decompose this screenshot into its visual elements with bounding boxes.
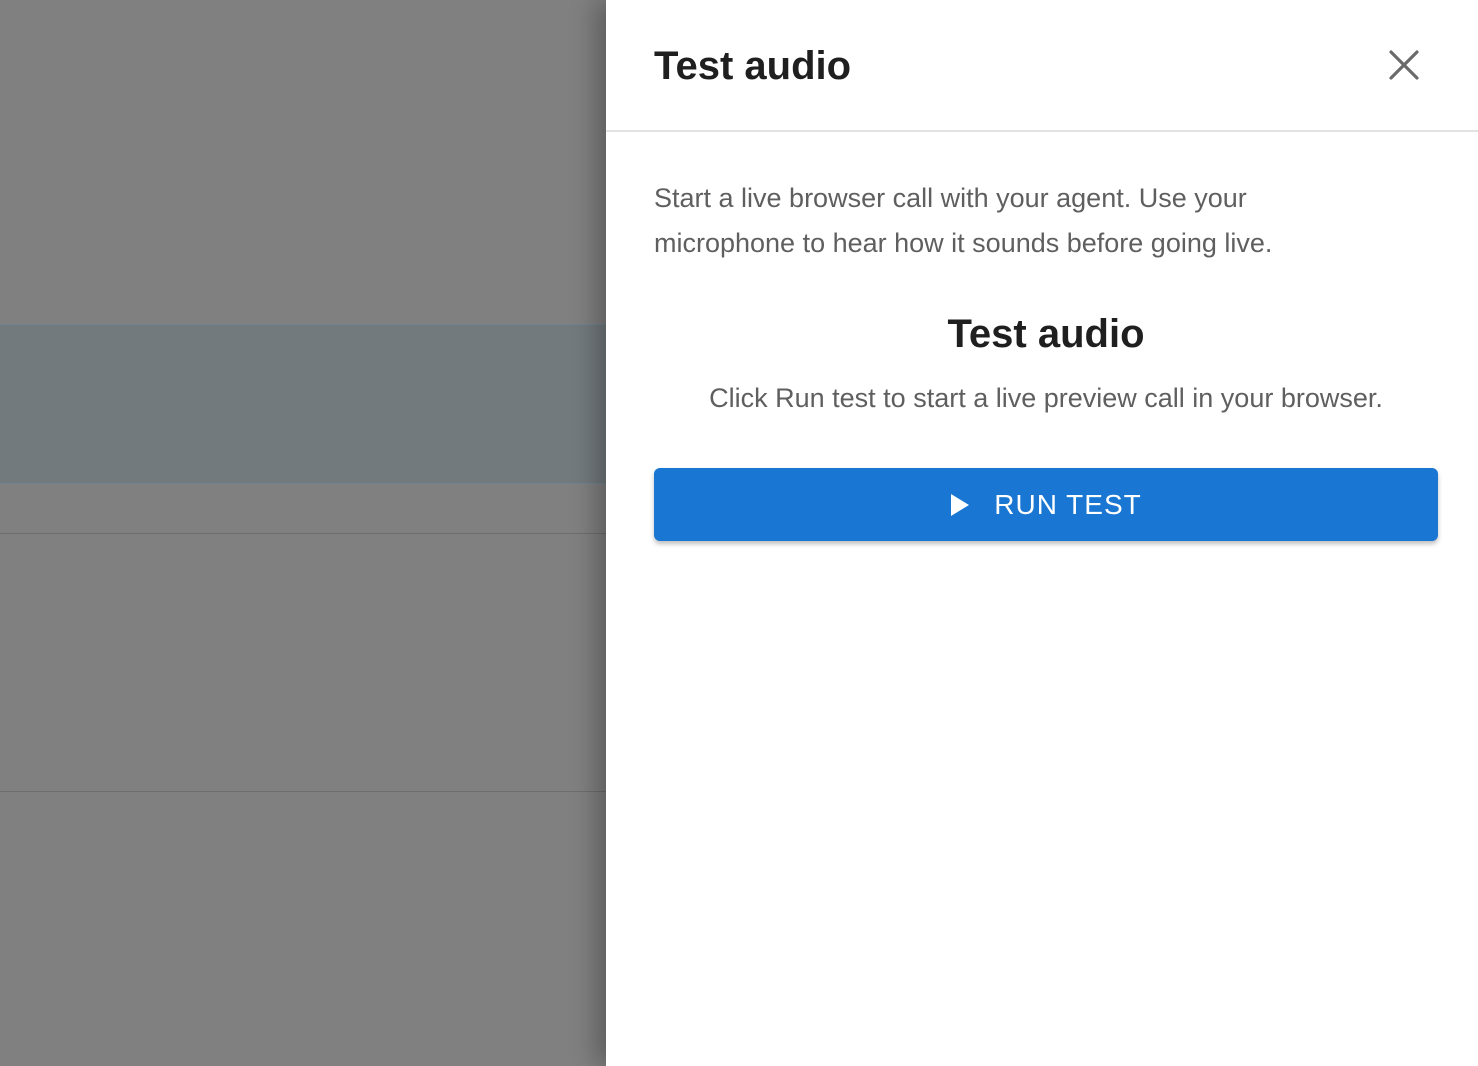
background-divider: [0, 533, 606, 534]
test-audio-drawer: Test audio Start a live browser call wit…: [606, 0, 1478, 1066]
drawer-body: Start a live browser call with your agen…: [606, 132, 1478, 541]
background-selected-row: [0, 324, 606, 484]
run-test-label: RUN TEST: [994, 488, 1142, 520]
dimmed-backdrop[interactable]: [0, 0, 606, 1066]
drawer-header: Test audio: [606, 0, 1478, 132]
section-title: Test audio: [947, 312, 1145, 356]
background-divider: [0, 791, 606, 792]
play-icon: [950, 493, 970, 517]
drawer-title: Test audio: [654, 44, 852, 88]
page: Test audio Start a live browser call wit…: [0, 0, 1478, 1066]
close-icon: [1389, 49, 1419, 83]
close-button[interactable]: [1380, 42, 1428, 90]
section-description: Click Run test to start a live preview c…: [709, 383, 1383, 413]
intro-text: Start a live browser call with your agen…: [654, 183, 1273, 258]
run-test-button[interactable]: RUN TEST: [654, 468, 1438, 541]
